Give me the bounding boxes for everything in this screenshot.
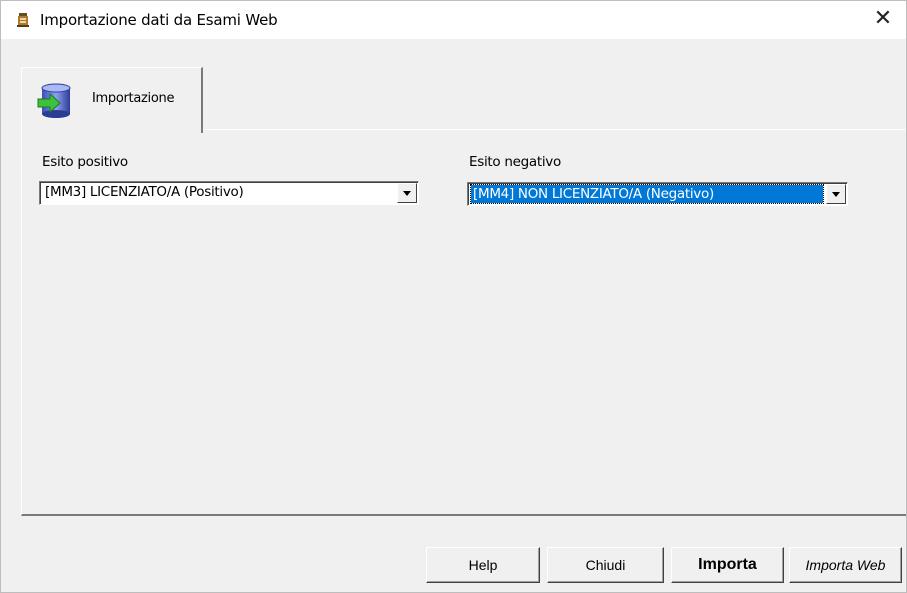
- help-button[interactable]: Help: [426, 547, 540, 583]
- database-import-icon: [37, 83, 71, 118]
- positive-outcome-dropdown-button[interactable]: [397, 183, 417, 203]
- import-button[interactable]: Importa: [671, 547, 784, 583]
- positive-outcome-value: [MM3] LICENZIATO/A (Positivo): [45, 184, 244, 200]
- chevron-down-icon: [832, 192, 840, 197]
- title-bar: Importazione dati da Esami Web ✕: [1, 1, 906, 39]
- import-web-button[interactable]: Importa Web: [789, 547, 902, 583]
- negative-outcome-value: [MM4] NON LICENZIATO/A (Negativo): [470, 184, 824, 204]
- negative-outcome-select[interactable]: [MM4] NON LICENZIATO/A (Negativo): [467, 182, 848, 206]
- close-button[interactable]: Chiudi: [547, 547, 664, 583]
- tab-strip: Importazione: [21, 67, 205, 133]
- tab-label: Importazione: [92, 91, 175, 106]
- close-icon[interactable]: ✕: [860, 1, 906, 39]
- positive-outcome-label: Esito positivo: [42, 154, 128, 170]
- positive-outcome-select[interactable]: [MM3] LICENZIATO/A (Positivo): [39, 181, 419, 205]
- negative-outcome-dropdown-button[interactable]: [826, 184, 846, 204]
- dialog-window: Importazione dati da Esami Web ✕ Importa…: [0, 0, 907, 593]
- tab-importazione[interactable]: Importazione: [21, 67, 203, 133]
- negative-outcome-label: Esito negativo: [469, 154, 561, 170]
- app-icon: [17, 13, 29, 27]
- window-title: Importazione dati da Esami Web: [40, 11, 278, 29]
- chevron-down-icon: [403, 191, 411, 196]
